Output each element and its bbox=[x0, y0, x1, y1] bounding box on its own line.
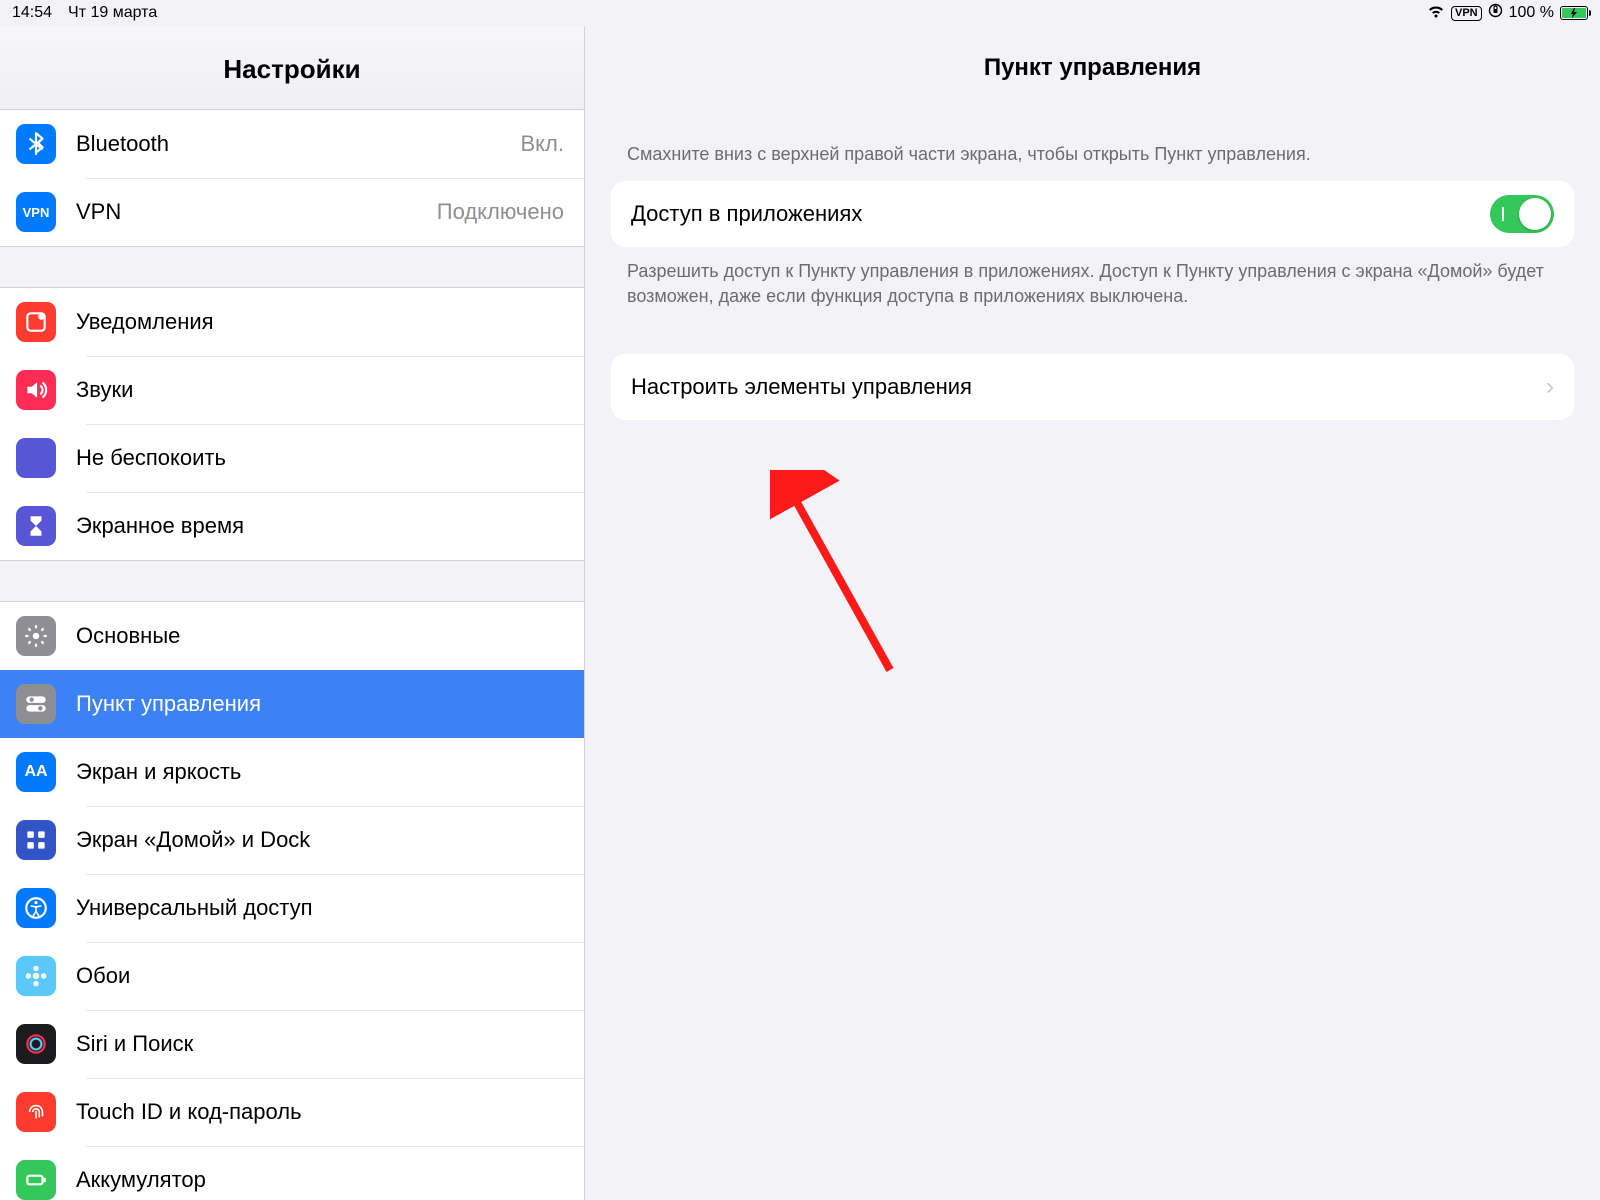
switches-icon bbox=[16, 684, 56, 724]
row-label: VPN bbox=[76, 199, 437, 225]
accessibility-icon bbox=[16, 888, 56, 928]
siri-icon bbox=[16, 1024, 56, 1064]
sidebar-group-connectivity: Bluetooth Вкл. VPN VPN Подключено bbox=[0, 109, 584, 247]
sidebar-item-dnd[interactable]: Не беспокоить bbox=[0, 424, 584, 492]
row-value: Вкл. bbox=[521, 131, 585, 157]
row-label: Обои bbox=[76, 963, 584, 989]
sidebar-item-screentime[interactable]: Экранное время bbox=[0, 492, 584, 560]
row-label: Уведомления bbox=[76, 309, 584, 335]
sidebar-group-alerts: Уведомления Звуки Не беспокоить Экранное… bbox=[0, 287, 584, 561]
cell-label: Доступ в приложениях bbox=[631, 201, 862, 227]
help-text-below: Разрешить доступ к Пункту управления в п… bbox=[611, 247, 1574, 323]
sidebar-item-sounds[interactable]: Звуки bbox=[0, 356, 584, 424]
cell-access-in-apps[interactable]: Доступ в приложениях bbox=[611, 181, 1574, 247]
sidebar-item-bluetooth[interactable]: Bluetooth Вкл. bbox=[0, 110, 584, 178]
chevron-right-icon: › bbox=[1546, 373, 1554, 401]
detail-pane: Пункт управления Смахните вниз с верхней… bbox=[585, 26, 1600, 1200]
orientation-lock-icon bbox=[1488, 3, 1503, 23]
sidebar-item-notifications[interactable]: Уведомления bbox=[0, 288, 584, 356]
row-label: Универсальный доступ bbox=[76, 895, 584, 921]
settings-sidebar: Настройки Bluetooth Вкл. VPN VPN Подключ… bbox=[0, 26, 585, 1200]
row-label: Звуки bbox=[76, 377, 584, 403]
cell-customize-controls[interactable]: Настроить элементы управления › bbox=[611, 354, 1574, 420]
status-time: 14:54 bbox=[12, 4, 52, 22]
row-label: Bluetooth bbox=[76, 131, 521, 157]
sidebar-item-battery[interactable]: Аккумулятор bbox=[0, 1146, 584, 1200]
row-label: Аккумулятор bbox=[76, 1167, 584, 1193]
sidebar-group-main: Основные Пункт управления AA Экран и ярк… bbox=[0, 601, 584, 1200]
notifications-icon bbox=[16, 302, 56, 342]
sidebar-item-display[interactable]: AA Экран и яркость bbox=[0, 738, 584, 806]
sidebar-item-siri[interactable]: Siri и Поиск bbox=[0, 1010, 584, 1078]
moon-icon bbox=[16, 438, 56, 478]
row-label: Основные bbox=[76, 623, 584, 649]
row-label: Экранное время bbox=[76, 513, 584, 539]
sidebar-title: Настройки bbox=[0, 26, 584, 109]
sidebar-item-homescreen[interactable]: Экран «Домой» и Dock bbox=[0, 806, 584, 874]
fingerprint-icon bbox=[16, 1092, 56, 1132]
detail-title: Пункт управления bbox=[611, 26, 1574, 142]
row-label: Siri и Поиск bbox=[76, 1031, 584, 1057]
status-bar: 14:54 Чт 19 марта VPN 100 % bbox=[0, 0, 1600, 26]
toggle-access-in-apps[interactable] bbox=[1490, 195, 1554, 233]
help-text-top: Смахните вниз с верхней правой части экр… bbox=[611, 142, 1574, 181]
sidebar-item-wallpaper[interactable]: Обои bbox=[0, 942, 584, 1010]
vpn-icon: VPN bbox=[16, 192, 56, 232]
sidebar-item-controlcenter[interactable]: Пункт управления bbox=[0, 670, 584, 738]
sidebar-item-vpn[interactable]: VPN VPN Подключено bbox=[0, 178, 584, 246]
sounds-icon bbox=[16, 370, 56, 410]
row-label: Touch ID и код-пароль bbox=[76, 1099, 584, 1125]
text-size-icon: AA bbox=[16, 752, 56, 792]
hourglass-icon bbox=[16, 506, 56, 546]
bluetooth-icon bbox=[16, 124, 56, 164]
status-date: Чт 19 марта bbox=[68, 4, 157, 22]
sidebar-item-general[interactable]: Основные bbox=[0, 602, 584, 670]
sidebar-item-touchid[interactable]: Touch ID и код-пароль bbox=[0, 1078, 584, 1146]
sidebar-item-accessibility[interactable]: Универсальный доступ bbox=[0, 874, 584, 942]
battery-text: 100 % bbox=[1509, 4, 1554, 22]
gear-icon bbox=[16, 616, 56, 656]
row-label: Не беспокоить bbox=[76, 445, 584, 471]
grid-icon bbox=[16, 820, 56, 860]
row-label: Экран и яркость bbox=[76, 759, 584, 785]
battery-icon bbox=[1560, 6, 1588, 20]
row-value: Подключено bbox=[437, 199, 584, 225]
wifi-icon bbox=[1427, 4, 1445, 23]
vpn-badge: VPN bbox=[1451, 6, 1482, 21]
flower-icon bbox=[16, 956, 56, 996]
row-label: Пункт управления bbox=[76, 691, 584, 717]
row-label: Экран «Домой» и Dock bbox=[76, 827, 584, 853]
cell-label: Настроить элементы управления bbox=[631, 374, 972, 400]
battery-item-icon bbox=[16, 1160, 56, 1200]
